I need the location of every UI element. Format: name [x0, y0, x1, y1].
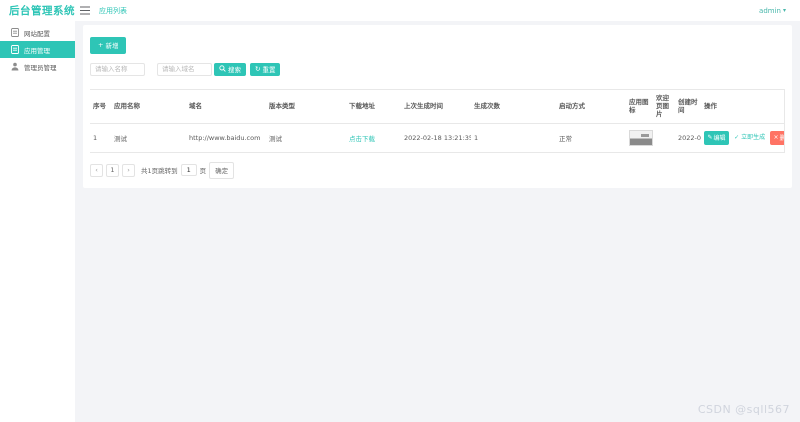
cell-version-type: 测试 [266, 123, 346, 153]
page-jump-input[interactable] [180, 164, 197, 177]
generate-now-label: 立即生成 [741, 134, 766, 142]
app-table: 序号 应用名称 域名 版本类型 下载地址 上次生成时间 生成次数 启动方式 应用… [90, 88, 785, 153]
col-domain: 域名 [186, 88, 266, 124]
check-icon: ✓ [734, 134, 740, 142]
col-actions: 操作 [701, 88, 785, 124]
content-card: + 新增 搜索 ↻ 重置 [83, 25, 792, 188]
generate-now-link[interactable]: ✓ 立即生成 [734, 134, 767, 141]
col-created: 创建时间 [675, 88, 701, 124]
col-app-icon: 应用图标 [626, 88, 653, 124]
user-menu[interactable]: admin ▾ [759, 7, 786, 15]
page-total-text: 共1页跳转到 [141, 167, 178, 176]
add-button-label: 新增 [105, 42, 119, 50]
document-icon [11, 45, 19, 54]
col-last-generated: 上次生成时间 [401, 88, 471, 124]
cell-domain: http://www.baidu.com [186, 123, 266, 153]
col-generate-count: 生成次数 [471, 88, 556, 124]
chevron-down-icon: ▾ [782, 7, 786, 14]
sidebar: 网站配置 应用管理 管理员管理 [0, 21, 75, 422]
download-link[interactable]: 点击下载 [349, 135, 375, 143]
page-jump-confirm-button[interactable]: 确定 [209, 161, 235, 179]
search-icon [219, 64, 226, 74]
table-row: 1 测试 http://www.baidu.com 测试 点击下载 2022-0… [90, 123, 785, 153]
document-icon [11, 28, 19, 37]
refresh-icon: ↻ [255, 65, 261, 73]
col-app-name: 应用名称 [111, 88, 186, 124]
app-icon-thumbnail[interactable] [629, 129, 653, 146]
pagination: ‹ 1 › 共1页跳转到 页 确定 [90, 161, 785, 179]
cell-launch-mode: 正常 [556, 123, 626, 153]
username: admin [759, 6, 781, 15]
col-launch-mode: 启动方式 [556, 88, 626, 124]
page-unit-label: 页 [199, 167, 207, 176]
col-index: 序号 [90, 88, 111, 124]
col-welcome-image: 欢迎页图片 [653, 88, 675, 124]
hamburger-menu-icon[interactable] [80, 6, 90, 15]
watermark: CSDN @sqll567 [697, 403, 790, 416]
edit-button-label: 编辑 [713, 135, 726, 143]
reset-button-label: 重置 [262, 66, 276, 74]
table-header-row: 序号 应用名称 域名 版本类型 下载地址 上次生成时间 生成次数 启动方式 应用… [90, 88, 785, 124]
prev-page-button[interactable]: ‹ [90, 163, 103, 177]
reset-button[interactable]: ↻ 重置 [250, 62, 281, 76]
sidebar-item-label: 网站配置 [24, 29, 50, 38]
delete-button-label: 删除 [780, 133, 784, 142]
main-content: + 新增 搜索 ↻ 重置 [75, 21, 800, 422]
edit-button[interactable]: ✎ 编辑 [704, 130, 730, 145]
cell-last-generated: 2022-02-18 13:21:35 [401, 123, 471, 153]
person-icon [11, 62, 19, 71]
add-button[interactable]: + 新增 [90, 36, 127, 54]
top-header: 后台管理系统 应用列表 admin ▾ [0, 0, 800, 21]
col-version-type: 版本类型 [266, 88, 346, 124]
sidebar-item-app-management[interactable]: 应用管理 [0, 41, 75, 58]
sidebar-item-site-config[interactable]: 网站配置 [0, 24, 75, 41]
domain-search-input[interactable] [157, 62, 212, 76]
pencil-icon: ✎ [707, 134, 713, 142]
cell-created: 2022-02-... [675, 123, 701, 153]
cell-welcome-image [653, 123, 675, 153]
cell-index: 1 [90, 123, 111, 153]
search-toolbar: 搜索 ↻ 重置 [90, 62, 785, 76]
app-logo: 后台管理系统 [9, 5, 75, 17]
sidebar-item-label: 应用管理 [24, 46, 50, 55]
delete-button[interactable]: × 删除 [770, 130, 784, 145]
current-page[interactable]: 1 [106, 163, 119, 177]
close-icon: × [773, 134, 779, 142]
breadcrumb[interactable]: 应用列表 [99, 6, 127, 16]
sidebar-item-admin-management[interactable]: 管理员管理 [0, 58, 75, 75]
app-window: 后台管理系统 应用列表 admin ▾ 网站配置 应用管理 管理员管理 + 新增… [0, 0, 800, 422]
name-search-input[interactable] [90, 62, 145, 76]
sidebar-item-label: 管理员管理 [24, 63, 57, 72]
col-download: 下载地址 [346, 88, 401, 124]
search-button-label: 搜索 [228, 66, 241, 74]
cell-generate-count: 1 [471, 123, 556, 153]
search-button[interactable]: 搜索 [214, 62, 246, 76]
plus-icon: + [98, 41, 104, 49]
cell-app-name: 测试 [111, 123, 186, 153]
next-page-button[interactable]: › [122, 163, 135, 177]
